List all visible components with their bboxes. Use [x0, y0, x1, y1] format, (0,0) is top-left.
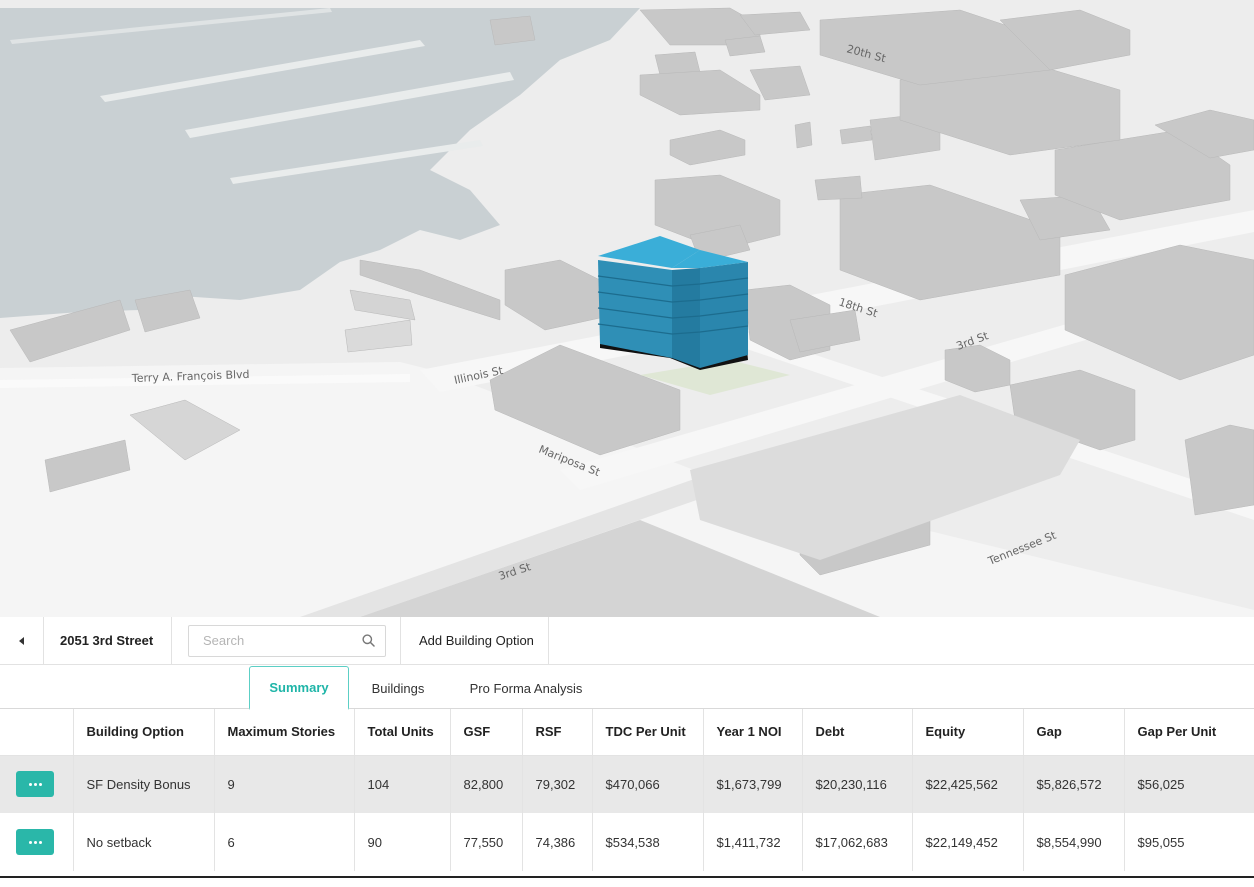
table-header-row: Building Option Maximum Stories Total Un… — [0, 709, 1254, 756]
cell-gsf: 82,800 — [450, 755, 523, 813]
cell-building-option: SF Density Bonus — [73, 755, 215, 813]
cell-rsf: 74,386 — [522, 813, 593, 871]
cell-tdc-per-unit: $534,538 — [592, 813, 704, 871]
bottom-border — [0, 876, 1254, 887]
header-year1-noi[interactable]: Year 1 NOI — [703, 709, 803, 756]
project-title: 2051 3rd Street — [44, 617, 172, 664]
tab-bar: Summary Buildings Pro Forma Analysis — [0, 665, 1254, 710]
cell-maximum-stories: 6 — [214, 813, 355, 871]
more-icon — [28, 782, 32, 786]
cell-maximum-stories: 9 — [214, 755, 355, 813]
cell-gap: $5,826,572 — [1023, 755, 1125, 813]
search-box — [188, 624, 386, 657]
header-building-option[interactable]: Building Option — [73, 709, 215, 756]
cell-equity: $22,425,562 — [912, 755, 1024, 813]
header-equity[interactable]: Equity — [912, 709, 1024, 756]
header-gap-per-unit[interactable]: Gap Per Unit — [1124, 709, 1254, 756]
table-row[interactable]: No setback 6 90 77,550 74,386 $534,538 $… — [0, 813, 1254, 871]
tab-buildings[interactable]: Buildings — [355, 666, 441, 710]
cell-debt: $17,062,683 — [802, 813, 913, 871]
cell-gap-per-unit: $95,055 — [1124, 813, 1254, 871]
cell-total-units: 90 — [354, 813, 451, 871]
header-maximum-stories[interactable]: Maximum Stories — [214, 709, 355, 756]
row-menu-button[interactable] — [16, 829, 54, 855]
header-actions — [0, 709, 74, 756]
row-menu-button[interactable] — [16, 771, 54, 798]
map-view[interactable]: 20th St 18th St 3rd St Terry A. François… — [0, 0, 1254, 617]
map-canvas[interactable]: 20th St 18th St 3rd St Terry A. François… — [0, 0, 1254, 617]
header-rsf[interactable]: RSF — [522, 709, 593, 756]
cell-gap: $8,554,990 — [1023, 813, 1125, 871]
table-row[interactable]: SF Density Bonus 9 104 82,800 79,302 $47… — [0, 755, 1254, 813]
cell-building-option: No setback — [73, 813, 215, 871]
collapse-panel-button[interactable] — [0, 617, 44, 664]
search-icon[interactable] — [362, 633, 375, 647]
project-toolbar: 2051 3rd Street Add Building Option — [0, 617, 1254, 665]
cell-total-units: 104 — [354, 755, 451, 813]
more-icon — [28, 840, 32, 844]
add-building-option-button[interactable]: Add Building Option — [401, 617, 549, 664]
cell-year1-noi: $1,411,732 — [703, 813, 803, 871]
cell-gsf: 77,550 — [450, 813, 523, 871]
cell-equity: $22,149,452 — [912, 813, 1024, 871]
header-debt[interactable]: Debt — [802, 709, 913, 756]
caret-left-icon — [19, 636, 24, 645]
header-gap[interactable]: Gap — [1023, 709, 1125, 756]
search-input[interactable] — [189, 626, 359, 655]
cell-year1-noi: $1,673,799 — [703, 755, 803, 813]
header-gsf[interactable]: GSF — [450, 709, 523, 756]
tab-pro-forma-analysis[interactable]: Pro Forma Analysis — [452, 666, 600, 710]
cell-debt: $20,230,116 — [802, 755, 913, 813]
building-options-table: Building Option Maximum Stories Total Un… — [0, 709, 1254, 877]
cell-rsf: 79,302 — [522, 755, 593, 813]
header-tdc-per-unit[interactable]: TDC Per Unit — [592, 709, 704, 756]
cell-tdc-per-unit: $470,066 — [592, 755, 704, 813]
search-container — [172, 617, 401, 664]
header-total-units[interactable]: Total Units — [354, 709, 451, 756]
tab-summary[interactable]: Summary — [249, 666, 349, 710]
cell-gap-per-unit: $56,025 — [1124, 755, 1254, 813]
